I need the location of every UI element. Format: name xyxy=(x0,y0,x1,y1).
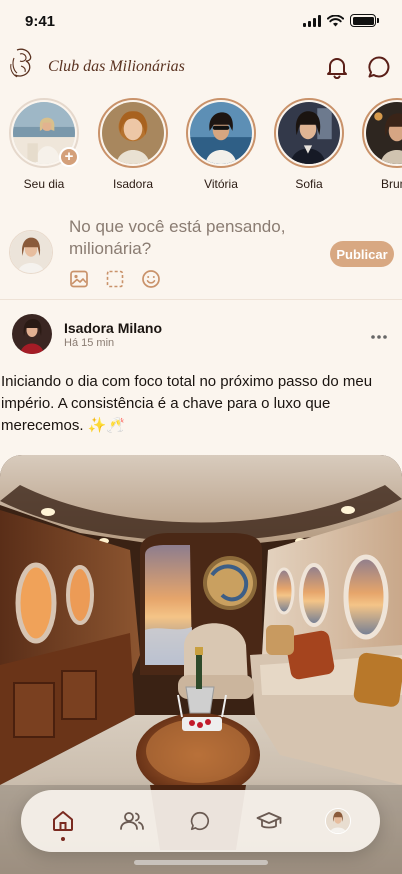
home-icon xyxy=(53,811,74,831)
status-icons xyxy=(303,14,379,27)
add-gif-button[interactable] xyxy=(105,269,125,289)
story-avatar xyxy=(366,102,402,164)
app-header: Club das Milionárias xyxy=(0,44,402,92)
story-isadora[interactable]: Isadora xyxy=(96,98,170,191)
composer-input[interactable]: No que você está pensando, milionária? xyxy=(69,216,319,260)
add-photo-button[interactable] xyxy=(69,269,89,289)
story-name: Bruna xyxy=(380,177,402,191)
add-story-icon[interactable]: + xyxy=(59,147,79,167)
notifications-button[interactable] xyxy=(324,54,350,80)
bottom-nav xyxy=(21,790,380,852)
messages-button[interactable] xyxy=(366,54,392,80)
story-name: Sofia xyxy=(295,177,323,191)
story-name: Isadora xyxy=(112,177,154,191)
bell-icon xyxy=(327,58,347,79)
story-ring xyxy=(98,98,168,168)
story-avatar xyxy=(102,102,164,164)
add-emoji-button[interactable] xyxy=(141,269,161,289)
nav-messages[interactable] xyxy=(180,801,220,841)
lioness-logo-icon xyxy=(10,48,32,78)
app-title: Club das Milionárias xyxy=(48,58,185,75)
smiley-icon xyxy=(142,270,160,288)
composer-tools xyxy=(69,269,161,289)
post-text: Iniciando o dia com foco total no próxim… xyxy=(1,373,373,434)
battery-icon xyxy=(350,14,379,27)
wifi-icon xyxy=(327,14,344,26)
story-name: Vitória xyxy=(204,177,238,191)
more-horizontal-icon xyxy=(371,335,387,339)
nav-community[interactable] xyxy=(112,801,152,841)
story-seu-dia[interactable]: + Seu dia xyxy=(7,98,81,191)
post-timestamp: Há 15 min xyxy=(64,337,115,349)
status-time: 9:41 xyxy=(25,13,56,30)
story-sofia[interactable]: Sofia xyxy=(272,98,346,191)
post-header: Isadora Milano Há 15 min xyxy=(0,312,402,360)
publish-button[interactable]: Publicar xyxy=(330,241,394,267)
user-avatar xyxy=(9,230,53,274)
story-bruna[interactable]: Bruna xyxy=(360,98,402,191)
profile-avatar xyxy=(324,808,351,834)
chat-bubble-icon xyxy=(368,56,390,78)
chat-icon xyxy=(191,811,210,831)
post-author-name[interactable]: Isadora Milano xyxy=(64,320,162,336)
more-options-button[interactable] xyxy=(370,324,388,345)
nav-home[interactable] xyxy=(43,801,83,841)
story-ring: + xyxy=(9,98,79,168)
story-ring xyxy=(186,98,256,168)
story-ring xyxy=(362,98,402,168)
nav-profile[interactable] xyxy=(318,801,358,841)
cellular-signal-icon xyxy=(303,14,321,27)
stories-row: + Seu dia Isadora Vitória Sofia Bru xyxy=(0,98,402,198)
status-bar: 9:41 xyxy=(0,0,402,44)
story-avatar xyxy=(190,102,252,164)
story-name: Seu dia xyxy=(23,177,65,191)
graduation-cap-icon xyxy=(256,812,282,829)
nav-courses[interactable] xyxy=(249,801,289,841)
people-icon xyxy=(119,812,144,830)
story-ring xyxy=(274,98,344,168)
post-composer: No que você está pensando, milionária? P… xyxy=(0,210,402,300)
story-vitoria[interactable]: Vitória xyxy=(184,98,258,191)
frame-icon xyxy=(106,270,124,288)
image-icon xyxy=(70,270,88,288)
home-indicator xyxy=(134,860,268,865)
story-avatar xyxy=(278,102,340,164)
author-avatar[interactable] xyxy=(12,314,52,354)
